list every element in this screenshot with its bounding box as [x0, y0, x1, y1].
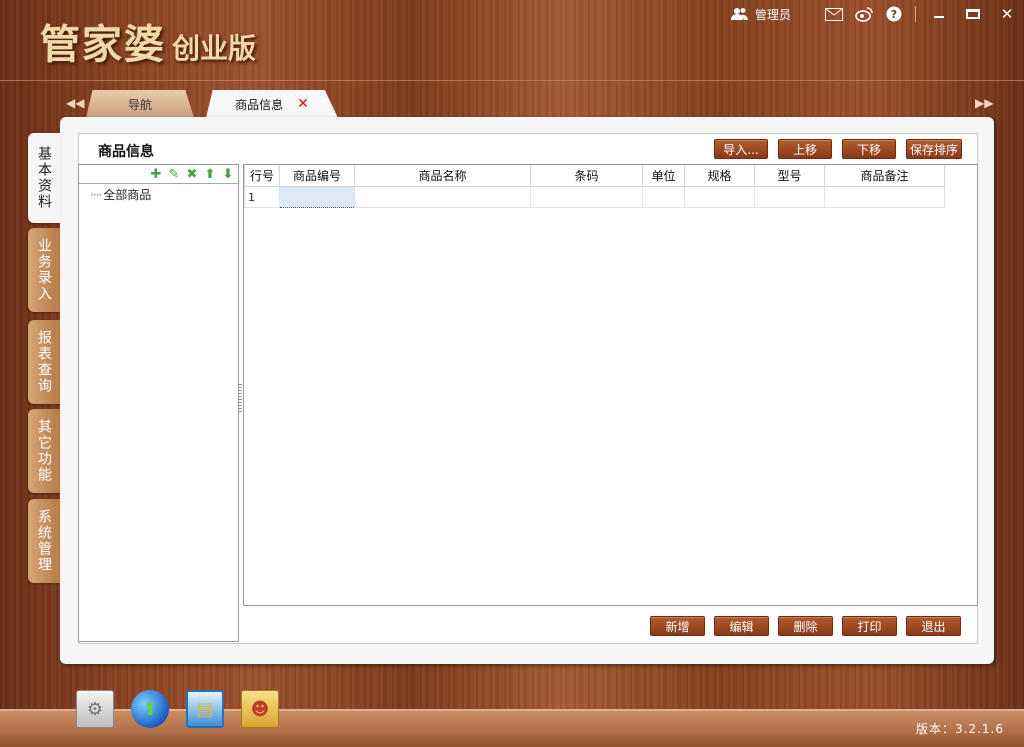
header-divider — [0, 80, 1024, 81]
category-tree[interactable] — [78, 164, 239, 642]
tree-node-label: 全部商品 — [103, 188, 152, 202]
logo-sub: 创业版 — [172, 32, 257, 65]
current-user[interactable]: 管理员 — [725, 5, 791, 23]
product-table: 行号 商品编号 商品名称 条码 单位 规格 型号 商品备注 1 — [244, 165, 945, 208]
table-row[interactable]: 1 — [244, 186, 945, 208]
side-tab-business-entry[interactable]: 业务录入 — [28, 228, 60, 312]
table-header-row: 行号 商品编号 商品名称 条码 单位 规格 型号 商品备注 — [244, 165, 945, 187]
table-cell[interactable]: 1 — [244, 186, 280, 208]
tree-connector: ···· — [90, 188, 102, 202]
delete-button[interactable]: 删除 — [778, 616, 833, 636]
print-button[interactable]: 打印 — [842, 616, 897, 636]
globe-upload-icon[interactable]: ⬆ — [131, 690, 169, 728]
minimize-button[interactable] — [922, 2, 956, 26]
move-up-button[interactable]: 上移 — [778, 139, 832, 159]
side-tab-other-functions[interactable]: 其它功能 — [28, 409, 60, 493]
column-header[interactable]: 条码 — [530, 165, 643, 187]
down-arrow-icon[interactable]: ⬇ — [220, 167, 236, 182]
database-glyph-icon: ▤ — [196, 698, 214, 720]
table-cell-selected[interactable] — [279, 186, 355, 208]
table-cell[interactable] — [642, 186, 685, 208]
svg-text:?: ? — [891, 8, 897, 21]
product-grid[interactable]: 行号 商品编号 商品名称 条码 单位 规格 型号 商品备注 1 — [243, 164, 978, 606]
page-title: 商品信息 — [98, 144, 154, 160]
delete-icon[interactable]: ✖ — [184, 167, 200, 182]
tab-product-info[interactable]: 商品信息 ✕ — [206, 90, 338, 118]
table-cell[interactable] — [530, 186, 643, 208]
table-cell[interactable] — [684, 186, 755, 208]
exit-button[interactable]: 退出 — [906, 616, 961, 636]
tab-label: 导航 — [127, 97, 152, 112]
close-button[interactable]: ✕ — [990, 2, 1024, 26]
side-tab-basic-data[interactable]: 基本资料 — [28, 133, 60, 223]
tab-label: 商品信息 — [235, 97, 284, 112]
column-header[interactable]: 型号 — [754, 165, 825, 187]
weibo-icon[interactable] — [855, 5, 873, 23]
table-cell[interactable] — [754, 186, 825, 208]
edit-icon[interactable]: ✎ — [166, 167, 182, 182]
move-down-button[interactable]: 下移 — [842, 139, 896, 159]
user-name: 管理员 — [754, 7, 791, 22]
help-icon[interactable]: ? — [885, 5, 903, 23]
tree-divider — [79, 183, 238, 184]
topbar-separator — [915, 6, 916, 22]
database-icon[interactable]: ▤ — [186, 690, 224, 728]
column-header[interactable]: 商品备注 — [824, 165, 945, 187]
user-glyph-icon: ☻ — [250, 698, 270, 720]
tree-toolbar: ✚ ✎ ✖ ⬆ ⬇ — [148, 167, 236, 182]
version-label: 版本：3.2.1.6 — [916, 722, 1004, 736]
add-icon[interactable]: ✚ — [148, 167, 164, 182]
add-button[interactable]: 新增 — [650, 616, 705, 636]
user-transfer-icon[interactable]: ☻ — [241, 690, 279, 728]
column-header[interactable]: 行号 — [244, 165, 280, 187]
side-tab-reports[interactable]: 报表查询 — [28, 320, 60, 404]
maximize-icon — [966, 9, 980, 19]
column-header[interactable]: 商品编号 — [279, 165, 355, 187]
table-cell[interactable] — [354, 186, 531, 208]
save-order-button[interactable]: 保存排序 — [906, 139, 962, 159]
minimize-icon — [934, 16, 944, 18]
upload-arrow-icon: ⬆ — [142, 698, 158, 720]
title-bar-controls: 管理员 ? ✕ — [725, 0, 1024, 28]
close-icon: ✕ — [1000, 5, 1014, 23]
import-button[interactable]: 导入... — [714, 139, 768, 159]
edit-button[interactable]: 编辑 — [714, 616, 769, 636]
maximize-button[interactable] — [956, 2, 990, 26]
tabs-scroll-left-icon[interactable]: ◀◀ — [66, 96, 84, 110]
mail-icon[interactable] — [825, 5, 843, 23]
table-cell[interactable] — [824, 186, 945, 208]
up-arrow-icon[interactable]: ⬆ — [202, 167, 218, 182]
column-header[interactable]: 商品名称 — [354, 165, 531, 187]
column-header[interactable]: 规格 — [684, 165, 755, 187]
tab-navigation[interactable]: 导航 — [86, 90, 194, 118]
settings-icon[interactable]: ⚙ — [76, 690, 114, 728]
splitter-grip — [239, 384, 242, 414]
column-header[interactable]: 单位 — [642, 165, 685, 187]
logo-main: 管家婆 — [40, 21, 166, 68]
app-logo: 管家婆 创业版 — [40, 12, 257, 68]
side-tab-system-management[interactable]: 系统管理 — [28, 499, 60, 583]
tab-close-icon[interactable]: ✕ — [297, 96, 309, 112]
tabs-scroll-right-icon[interactable]: ▶▶ — [975, 96, 993, 110]
user-icon — [730, 5, 749, 23]
tree-node-all-products[interactable]: ···· 全部商品 — [90, 186, 151, 203]
